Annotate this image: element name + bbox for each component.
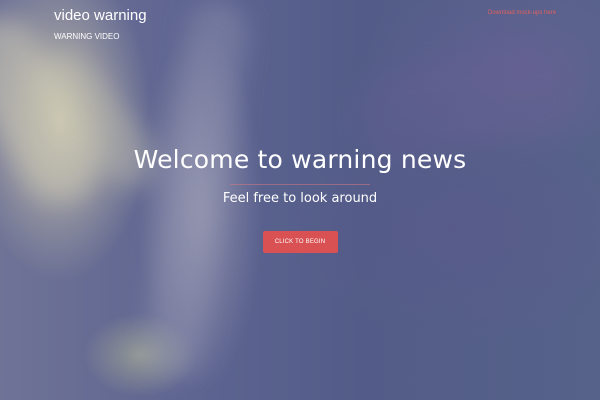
download-link[interactable]: Download mock-ups here bbox=[488, 10, 556, 16]
site-brand-link[interactable]: video warning bbox=[54, 7, 147, 24]
site-tagline: WARNING VIDEO bbox=[54, 32, 120, 41]
title-divider bbox=[230, 184, 370, 185]
hero-section: Welcome to warning news Feel free to loo… bbox=[0, 140, 600, 253]
hero-subtitle: Feel free to look around bbox=[222, 191, 378, 206]
begin-button[interactable]: CLICK TO BEGIN bbox=[262, 231, 338, 253]
hero-title: Welcome to warning news bbox=[133, 145, 467, 174]
